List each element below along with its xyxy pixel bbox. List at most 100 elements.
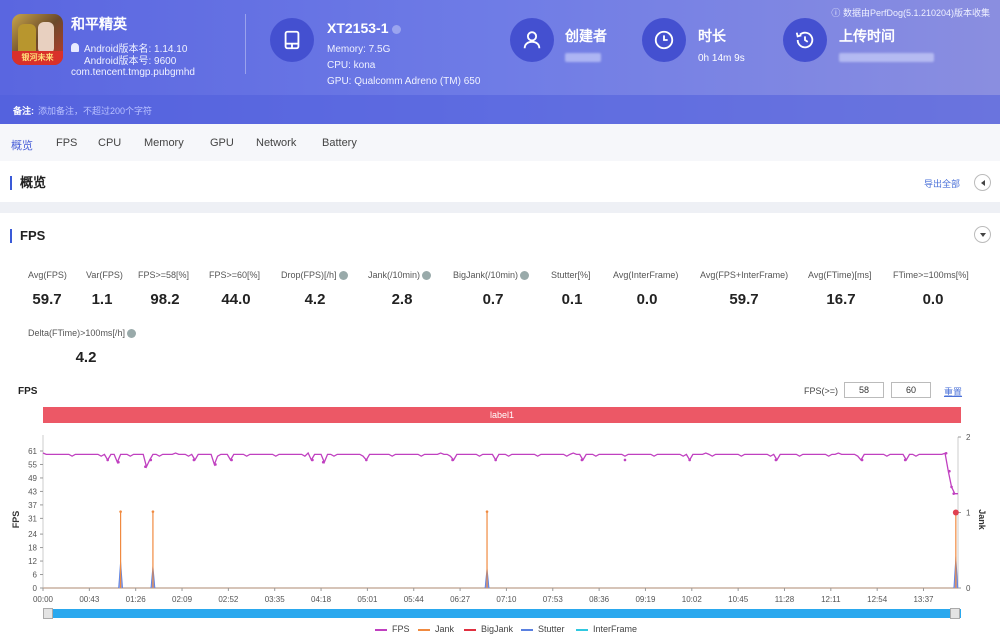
creator-value-redacted xyxy=(565,53,601,62)
fps-point xyxy=(230,458,233,462)
fps-point xyxy=(903,458,907,462)
threshold-low-input[interactable]: 58 xyxy=(844,382,884,398)
stat-value: 0.0 xyxy=(636,291,658,308)
fps-chart[interactable]: 0612182431374349556101200:00 00:43 01:26 02… xyxy=(0,425,1000,607)
stat-value: 98.2 xyxy=(150,291,180,308)
stat-value: 44.0 xyxy=(221,291,251,308)
y-axis-label: FPS xyxy=(11,511,21,529)
android-version-code: Android版本号: 9600 xyxy=(84,56,177,67)
tab-fps[interactable]: FPS xyxy=(56,137,77,149)
legend-bigjank[interactable]: BigJank xyxy=(464,624,513,634)
export-all-link[interactable]: 导出全部 xyxy=(924,177,960,190)
device-model: XT2153-1 xyxy=(327,20,402,36)
y-tick-label: 37 xyxy=(28,501,37,510)
x-tick-label: 11:28 xyxy=(775,595,795,604)
caret-down-icon xyxy=(979,232,986,237)
stat-label: Drop(FPS)[/h] xyxy=(281,270,348,281)
collapse-down-button[interactable] xyxy=(974,226,991,243)
x-tick-label: 00:00 xyxy=(33,595,54,604)
help-icon[interactable] xyxy=(520,271,530,281)
creator-label: 创建者 xyxy=(565,28,607,44)
x-tick-label: 07:53 xyxy=(543,595,564,604)
zoom-slider-left-handle[interactable] xyxy=(43,608,53,619)
note-input[interactable]: 添加备注，不超过200个字符 xyxy=(38,104,152,117)
chart-legend: FPS Jank BigJank Stutter InterFrame xyxy=(0,624,1000,636)
fps-point xyxy=(451,458,454,462)
chart-title: FPS xyxy=(18,386,38,397)
legend-fps[interactable]: FPS xyxy=(375,624,410,634)
fps-point xyxy=(117,460,120,464)
threshold-high-input[interactable]: 60 xyxy=(891,382,931,398)
stat-label-text: FPS>=60[%] xyxy=(209,270,261,280)
y2-axis-label: Jank xyxy=(977,509,987,531)
help-icon[interactable] xyxy=(422,271,432,281)
x-tick-label: 12:54 xyxy=(867,595,888,604)
stat-value: 0.1 xyxy=(561,291,583,308)
fps-point xyxy=(214,463,217,466)
stat-label-text: Var(FPS) xyxy=(86,270,123,280)
x-tick-label: 13:37 xyxy=(913,595,934,604)
device-cpu: CPU: kona xyxy=(327,60,376,71)
help-icon[interactable] xyxy=(126,329,136,339)
stat-label: Delta(FTime)>100ms[/h] xyxy=(28,328,136,339)
duration-label: 时长 xyxy=(698,28,726,44)
stat-label: Stutter[%] xyxy=(551,270,591,280)
fps-point xyxy=(149,458,153,462)
android-icon xyxy=(71,43,79,52)
legend-interframe[interactable]: InterFrame xyxy=(576,624,637,634)
legend-jank[interactable]: Jank xyxy=(418,624,454,634)
header-divider xyxy=(245,14,246,74)
y2-tick-label: 0 xyxy=(966,584,971,593)
label-bar[interactable]: label1 xyxy=(43,407,961,423)
stat-label-text: FPS>=58[%] xyxy=(138,270,190,280)
help-icon[interactable] xyxy=(338,271,348,281)
stat-value: 4.2 xyxy=(304,291,326,308)
collapse-left-button[interactable] xyxy=(974,174,991,191)
fps-point xyxy=(944,451,948,455)
fps-point xyxy=(494,458,497,462)
tab-gpu[interactable]: GPU xyxy=(210,137,234,149)
stat-label-text: Delta(FTime)>100ms[/h] xyxy=(28,328,125,338)
x-tick-label: 05:44 xyxy=(404,595,425,604)
stat-label-text: FTime>=100ms[%] xyxy=(893,270,969,280)
jank-point xyxy=(952,509,959,516)
reset-link[interactable]: 重置 xyxy=(944,385,962,398)
note-label: 备注: xyxy=(13,106,34,116)
tab-overview[interactable]: 概览 xyxy=(11,137,33,153)
stat-value: 59.7 xyxy=(32,291,62,308)
legend-stutter[interactable]: Stutter xyxy=(521,624,565,634)
zoom-slider-track[interactable] xyxy=(43,609,961,618)
fps-point xyxy=(311,458,314,462)
tab-battery[interactable]: Battery xyxy=(322,137,357,149)
stat-value: 59.7 xyxy=(729,291,759,308)
fps-point xyxy=(192,458,196,462)
tab-network[interactable]: Network xyxy=(256,137,296,149)
report-header: 银河未来 和平精英 Android版本名: 1.14.10 Android版本号… xyxy=(0,0,1000,124)
duration-value: 0h 14m 9s xyxy=(698,53,745,64)
clock-icon xyxy=(642,18,686,62)
x-tick-label: 04:18 xyxy=(311,595,332,604)
app-icon-badge: 银河未来 xyxy=(12,51,63,65)
app-icon: 银河未来 xyxy=(12,14,63,65)
x-tick-label: 10:02 xyxy=(682,595,703,604)
stat-label-text: Jank(/10min) xyxy=(368,270,421,280)
y2-tick-label: 1 xyxy=(966,509,971,518)
legend-jank-label: Jank xyxy=(435,624,455,634)
upload-time-label: 上传时间 xyxy=(839,28,895,44)
stat-label: Var(FPS) xyxy=(86,270,123,280)
x-tick-label: 10:45 xyxy=(728,595,749,604)
stat-label: FPS>=60[%] xyxy=(209,270,260,280)
source-note-text: 数据由PerfDog(5.1.210204)版本收集 xyxy=(842,8,990,18)
info-icon[interactable] xyxy=(392,24,402,34)
y-tick-label: 55 xyxy=(28,460,37,469)
tab-cpu[interactable]: CPU xyxy=(98,137,121,149)
fps-point xyxy=(106,458,109,462)
zoom-slider-right-handle[interactable] xyxy=(950,608,960,619)
stat-value: 1.1 xyxy=(91,291,113,308)
fps-point xyxy=(860,458,864,462)
x-tick-label: 06:27 xyxy=(450,595,471,604)
fps-point xyxy=(950,485,953,489)
stat-label: Jank(/10min) xyxy=(368,270,432,281)
y-tick-label: 49 xyxy=(28,474,37,483)
tab-memory[interactable]: Memory xyxy=(144,137,184,149)
